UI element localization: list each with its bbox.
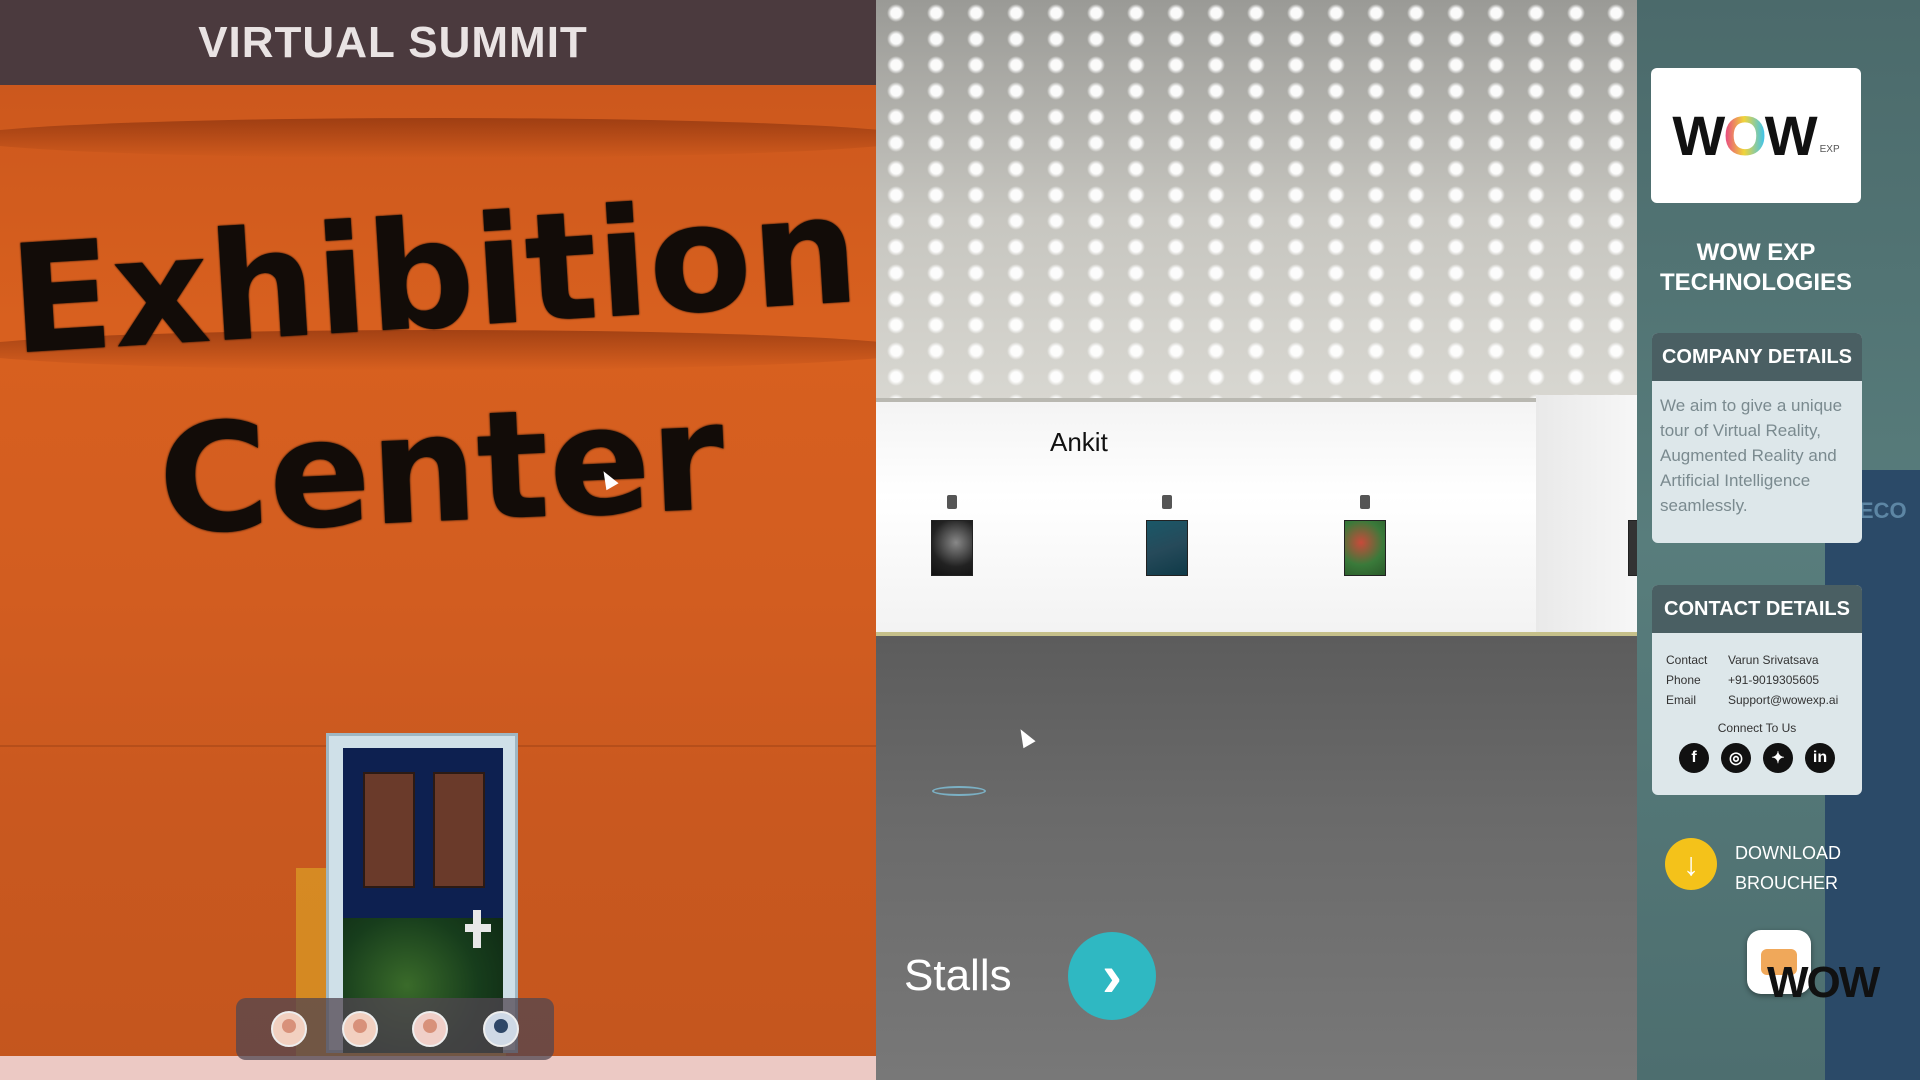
email-label: Email — [1666, 693, 1697, 707]
company-details-card: COMPANY DETAILS We aim to give a unique … — [1652, 333, 1862, 543]
contact-value: Varun Srivatsava — [1728, 653, 1819, 667]
painting-spotlight-icon — [1162, 495, 1172, 509]
user-nametag: Ankit — [1050, 427, 1108, 457]
contact-details-title: CONTACT DETAILS — [1652, 585, 1862, 633]
phone-value[interactable]: +91-9019305605 — [1728, 673, 1850, 687]
company-side-panel: RECO WOW EXP WOW EXP TECHNOLOGIES COMPAN… — [1637, 0, 1920, 1080]
chevron-right-icon: › — [1102, 942, 1122, 1009]
avatar-button-1[interactable] — [271, 1011, 308, 1047]
logo-subscript: EXP — [1819, 144, 1840, 155]
avatar-toolbar — [236, 998, 554, 1060]
artwork-2[interactable] — [1146, 520, 1188, 576]
door-handle-bar — [465, 924, 491, 932]
avatar-button-3[interactable] — [412, 1011, 449, 1047]
wow-logo-text: WOW — [1672, 104, 1817, 167]
twitter-icon[interactable]: ✦ — [1763, 743, 1793, 773]
download-brochure-button[interactable]: DOWNLOAD BROUCHER — [1735, 838, 1841, 898]
social-links: f ◎ ✦ in — [1652, 735, 1862, 785]
linkedin-icon[interactable]: in — [1805, 743, 1835, 773]
painting-spotlight-icon — [947, 495, 957, 509]
facebook-icon[interactable]: f — [1679, 743, 1709, 773]
door-window-left — [363, 772, 415, 888]
email-value[interactable]: Support@wowexp.ai — [1728, 693, 1850, 707]
company-details-text: We aim to give a unique tour of Virtual … — [1660, 396, 1843, 515]
painting-spotlight-icon — [1360, 495, 1370, 509]
mini-wow-logo: WOW — [1767, 958, 1880, 1007]
contact-info: Contact Varun Srivatsava Phone +91-90193… — [1652, 633, 1862, 713]
hall-ceiling — [876, 0, 1637, 400]
download-arrow-icon[interactable]: ↓ — [1665, 838, 1717, 890]
door-window-right — [433, 772, 485, 888]
company-logo: WOW EXP — [1651, 68, 1861, 203]
hall-floor[interactable] — [876, 636, 1637, 1080]
phone-label: Phone — [1666, 673, 1701, 687]
header-title: VIRTUAL SUMMIT — [198, 17, 588, 67]
hall-back-wall — [876, 402, 1536, 638]
instagram-icon[interactable]: ◎ — [1721, 743, 1751, 773]
avatar-button-2[interactable] — [341, 1011, 378, 1047]
company-details-title: COMPANY DETAILS — [1652, 333, 1862, 381]
artwork-1[interactable] — [931, 520, 973, 576]
exhibition-exterior-view[interactable]: VIRTUAL SUMMIT Exhibition Center — [0, 0, 876, 1080]
stalls-label: Stalls — [904, 951, 1012, 1000]
hall-side-wall — [1536, 395, 1637, 645]
stalls-next-button[interactable]: › — [1068, 932, 1156, 1020]
connect-label: Connect To Us — [1717, 721, 1797, 735]
wall-band-top — [0, 118, 876, 158]
contact-details-card: CONTACT DETAILS Contact Varun Srivatsava… — [1652, 585, 1862, 795]
avatar-button-4[interactable] — [482, 1011, 519, 1047]
exhibition-sign-line2: Center — [155, 370, 729, 569]
company-name: WOW EXP TECHNOLOGIES — [1659, 239, 1852, 296]
contact-label: Contact — [1666, 653, 1708, 667]
virtual-summit-header: VIRTUAL SUMMIT — [0, 0, 876, 85]
artwork-3[interactable] — [1344, 520, 1386, 576]
exhibition-hall-3d-view[interactable]: Ankit Stalls › — [876, 0, 1637, 1080]
artwork-4[interactable] — [1628, 520, 1637, 576]
teleport-marker-icon[interactable] — [932, 786, 986, 796]
